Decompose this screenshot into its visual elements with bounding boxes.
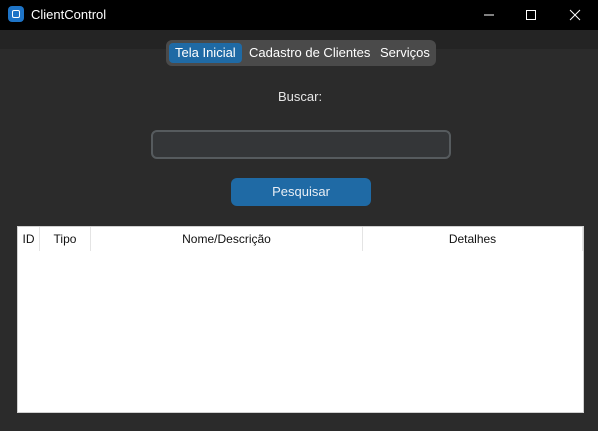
column-header-id[interactable]: ID <box>18 227 40 251</box>
column-header-tipo[interactable]: Tipo <box>40 227 91 251</box>
app-icon <box>8 6 24 22</box>
minimize-icon <box>484 14 494 16</box>
search-button[interactable]: Pesquisar <box>231 178 371 206</box>
close-icon <box>569 9 581 21</box>
search-label: Buscar: <box>278 89 323 104</box>
tab-cadastro-de-clientes[interactable]: Cadastro de Clientes <box>243 43 376 63</box>
title-bar: ClientControl <box>0 0 598 30</box>
maximize-icon <box>526 10 536 20</box>
close-button[interactable] <box>552 0 598 30</box>
minimize-button[interactable] <box>466 0 512 30</box>
search-input[interactable] <box>151 130 451 159</box>
window-title: ClientControl <box>31 7 107 22</box>
tab-selector: Tela Inicial Cadastro de Clientes Serviç… <box>166 40 436 66</box>
results-table[interactable]: ID Tipo Nome/Descrição Detalhes <box>17 226 584 413</box>
tab-tela-inicial[interactable]: Tela Inicial <box>169 43 242 63</box>
maximize-button[interactable] <box>508 0 554 30</box>
tab-servicos[interactable]: Serviços <box>374 43 436 63</box>
column-header-nome-descricao[interactable]: Nome/Descrição <box>91 227 363 251</box>
column-header-detalhes[interactable]: Detalhes <box>363 227 583 251</box>
